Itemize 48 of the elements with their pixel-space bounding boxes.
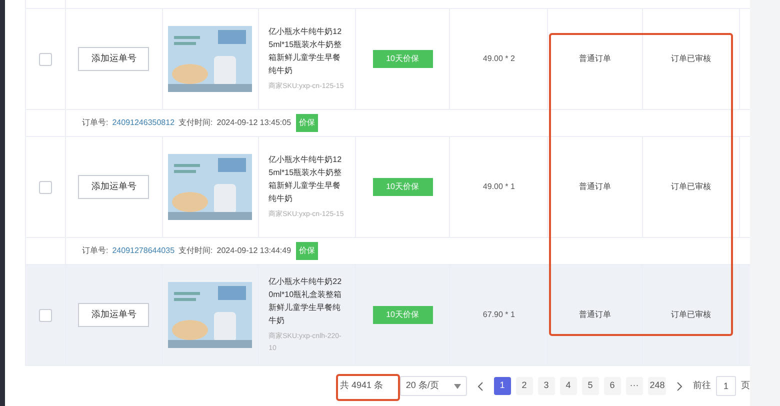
page-size-select[interactable]: 20 条/页 xyxy=(400,376,467,396)
page-number[interactable]: ··· xyxy=(626,377,643,395)
order-type: 普通订单 xyxy=(579,181,612,193)
total-count: 共 4941 条 xyxy=(340,379,384,392)
order-number-link[interactable]: 24091278644035 xyxy=(112,245,175,257)
price-quantity: 67.90 * 1 xyxy=(482,309,515,321)
order-type: 普通订单 xyxy=(579,309,612,321)
guarantee-tag: 10天价保 xyxy=(372,178,433,196)
page-number[interactable]: 248 xyxy=(648,377,666,395)
pay-time: 2024-09-12 13:45:05 xyxy=(216,117,292,129)
order-type: 普通订单 xyxy=(579,53,612,65)
order-status: 订单已审核 xyxy=(671,53,712,65)
product-name: 亿小瓶水牛纯牛奶125ml*15瓶装水牛奶整箱新鲜儿童学生早餐纯牛奶 xyxy=(268,26,343,77)
row-checkbox[interactable] xyxy=(38,180,52,194)
goto-label: 前往 xyxy=(693,379,711,392)
add-waybill-button[interactable]: 添加运单号 xyxy=(78,175,150,199)
row-checkbox[interactable] xyxy=(38,52,52,66)
chevron-left-icon xyxy=(478,382,483,390)
order-number-label: 订单号: xyxy=(82,117,108,129)
goto-suffix: 页 xyxy=(741,379,750,392)
page-number[interactable]: 1 xyxy=(494,377,511,395)
guarantee-tag: 10天价保 xyxy=(372,306,433,324)
goto-page-field[interactable]: 1 xyxy=(716,376,736,396)
price-quantity: 49.00 * 2 xyxy=(482,53,515,65)
page-number[interactable]: 5 xyxy=(582,377,599,395)
pay-time-label: 支付时间: xyxy=(178,117,213,129)
highlight-frame xyxy=(336,374,400,401)
chevron-right-icon xyxy=(676,382,682,390)
order-status: 订单已审核 xyxy=(671,181,712,193)
price-guarantee-badge: 价保 xyxy=(296,114,318,132)
product-name: 亿小瓶水牛纯牛奶125ml*15瓶装水牛奶整箱新鲜儿童学生早餐纯牛奶 xyxy=(268,154,343,205)
product-name: 亿小瓶水牛纯牛奶220ml*10瓶礼盒装整箱新鲜儿童学生早餐纯牛奶 xyxy=(268,276,343,327)
page-number[interactable]: 4 xyxy=(560,377,577,395)
price-quantity: 49.00 * 1 xyxy=(482,181,515,193)
pay-time: 2024-09-12 13:44:49 xyxy=(216,245,292,257)
order-status: 订单已审核 xyxy=(671,309,712,321)
page-number[interactable]: 6 xyxy=(604,377,621,395)
row-checkbox[interactable] xyxy=(38,308,52,322)
order-number-label: 订单号: xyxy=(82,245,108,257)
page-number[interactable]: 3 xyxy=(538,377,555,395)
guarantee-tag: 10天价保 xyxy=(372,50,433,68)
add-waybill-button[interactable]: 添加运单号 xyxy=(78,47,150,71)
add-waybill-button[interactable]: 添加运单号 xyxy=(78,303,150,327)
order-number-link[interactable]: 24091246350812 xyxy=(112,117,175,129)
page-number[interactable]: 2 xyxy=(516,377,533,395)
caret-down-icon xyxy=(454,384,461,388)
pay-time-label: 支付时间: xyxy=(178,245,213,257)
price-guarantee-badge: 价保 xyxy=(296,242,318,260)
